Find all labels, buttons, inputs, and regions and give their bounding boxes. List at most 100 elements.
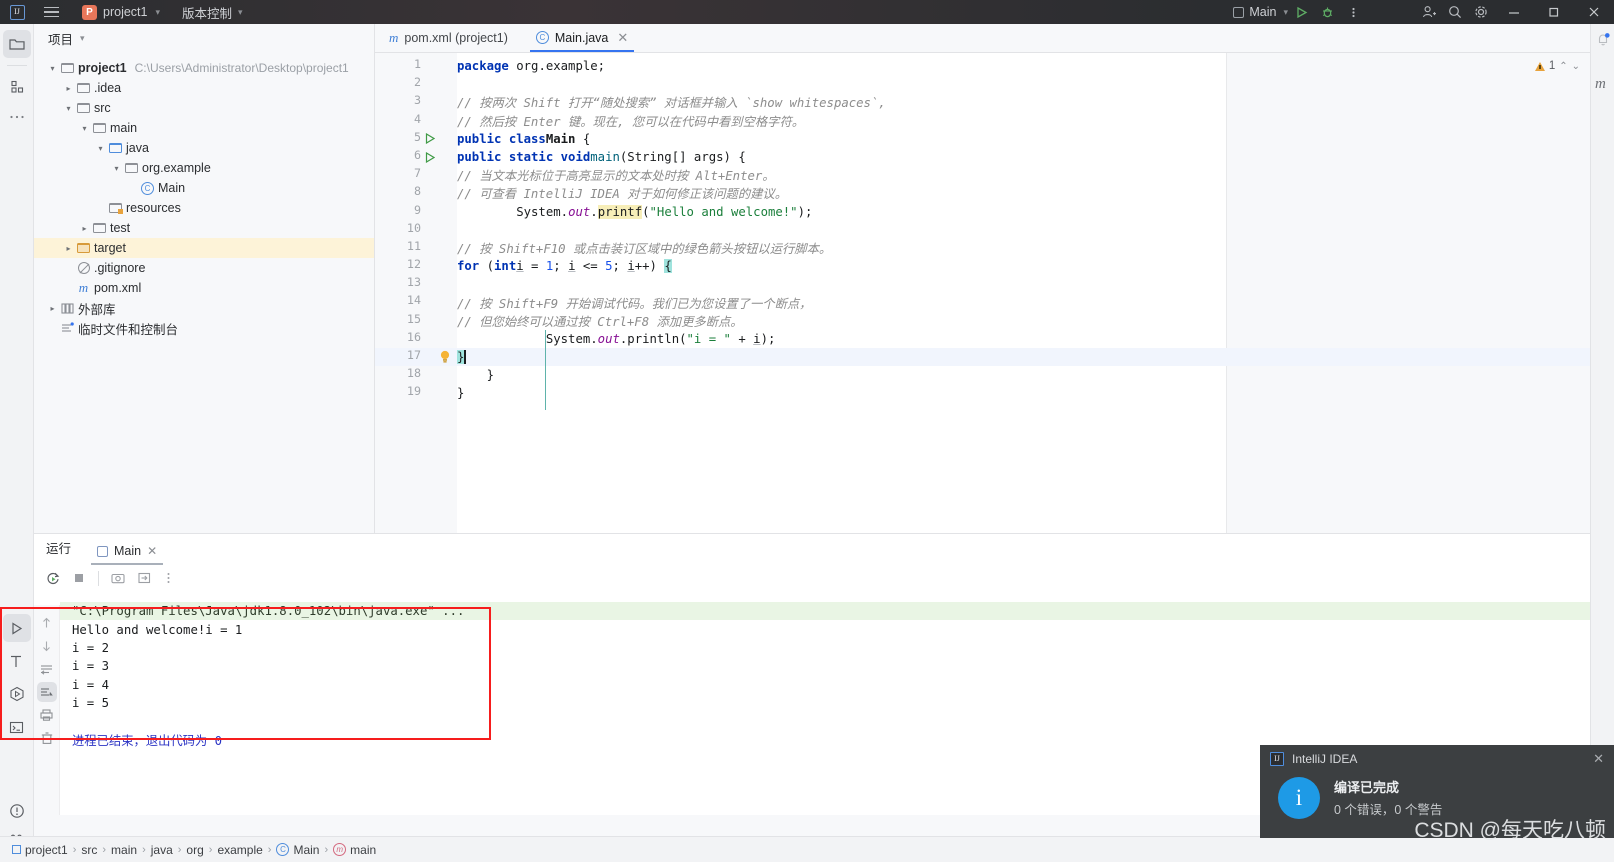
gear-icon[interactable] (1468, 0, 1494, 24)
search-icon[interactable] (1442, 0, 1468, 24)
stop-icon[interactable] (68, 567, 90, 589)
minimize-button[interactable] (1494, 0, 1534, 24)
project-selector[interactable]: P project1 ▾ (82, 4, 160, 20)
breadcrumb-label: main (111, 842, 138, 857)
breadcrumb-item[interactable]: m main (333, 843, 376, 857)
tree-node[interactable]: ▸ .idea (34, 78, 374, 98)
chevron-right-icon[interactable]: ▸ (46, 304, 59, 313)
tree-node[interactable]: ▾ main (34, 118, 374, 138)
breadcrumb-item[interactable]: project1 (12, 843, 68, 857)
tree-node[interactable]: resources (34, 198, 374, 218)
code-line[interactable]: 8 // 可查看 IntelliJ IDEA 对于如何修正该问题的建议。 (375, 184, 1614, 202)
print-icon[interactable] (37, 705, 57, 725)
sidebar-item-build[interactable] (3, 647, 31, 675)
chevron-down-icon[interactable]: ▾ (62, 104, 75, 113)
run-tab-main[interactable]: Main ✕ (85, 544, 169, 565)
code-line[interactable]: 10 (375, 221, 1614, 239)
run-icon[interactable] (1288, 0, 1314, 24)
more-vertical-icon[interactable] (159, 567, 177, 589)
tree-node[interactable]: C Main (34, 178, 374, 198)
code-line[interactable]: 14 // 按 Shift+F9 开始调试代码。我们已为您设置了一个断点， (375, 293, 1614, 311)
sidebar-item-project[interactable] (2, 30, 31, 58)
sidebar-item-debug[interactable] (3, 680, 31, 708)
tree-node[interactable]: ▾ src (34, 98, 374, 118)
camera-icon[interactable] (107, 567, 129, 589)
sidebar-more-icon[interactable] (3, 103, 31, 131)
run-gutter-icon[interactable] (423, 130, 437, 148)
scroll-up-icon[interactable] (37, 613, 57, 633)
tree-node[interactable]: ▾ org.example (34, 158, 374, 178)
code-line[interactable]: 3 // 按两次 Shift 打开“随处搜索” 对话框并输入 `show whit… (375, 93, 1614, 111)
version-control-menu[interactable]: 版本控制 ▾ (182, 3, 243, 22)
export-icon[interactable] (133, 567, 155, 589)
tab-pom-xml[interactable]: m pom.xml (project1) (375, 23, 522, 52)
rerun-icon[interactable] (42, 567, 64, 589)
code-line[interactable]: 12 for (int i = 1; i <= 5; i ++) { (375, 257, 1614, 275)
chevron-right-icon[interactable]: ▸ (62, 244, 75, 253)
chevron-right-icon[interactable]: ▸ (62, 84, 75, 93)
code-line[interactable]: 15 // 但您始终可以通过按 Ctrl+F8 添加更多断点。 (375, 312, 1614, 330)
soft-wrap-icon[interactable] (37, 659, 57, 679)
code-line[interactable]: 17 } (375, 348, 1614, 367)
code-line[interactable]: 18 } (375, 366, 1614, 384)
chevron-down-icon[interactable]: ▾ (46, 64, 59, 73)
code-line[interactable]: 7 // 当文本光标位于高亮显示的文本处时按 Alt+Enter。 (375, 166, 1614, 184)
code-line[interactable]: 6 public static void main (String[] args)… (375, 148, 1614, 166)
code-editor[interactable]: 1 package org.example; 2 3 // 按两次 Shift 打开“随… (375, 53, 1614, 533)
tree-node[interactable]: m pom.xml (34, 278, 374, 298)
breadcrumb-item[interactable]: example (217, 843, 262, 857)
tree-node[interactable]: ▾ project1 C:\Users\Administrator\Desktop\… (34, 58, 374, 78)
sidebar-item-terminal[interactable] (3, 713, 31, 741)
breadcrumb-item[interactable]: org (186, 843, 203, 857)
tree-node[interactable]: ▸ test (34, 218, 374, 238)
tree-node[interactable]: ▸ 外部库 (34, 298, 374, 318)
intention-bulb-icon[interactable] (437, 348, 453, 366)
sidebar-item-run[interactable] (2, 614, 31, 642)
code-line[interactable]: 2 (375, 75, 1614, 93)
close-icon[interactable]: ✕ (1593, 751, 1604, 767)
clear-all-icon[interactable] (37, 728, 57, 748)
scroll-down-icon[interactable] (37, 636, 57, 656)
chevron-down-icon[interactable]: ▾ (110, 164, 123, 173)
tab-main-java[interactable]: C Main.java ✕ (522, 23, 642, 52)
run-gutter-icon[interactable] (423, 148, 437, 166)
main-menu-icon[interactable] (38, 6, 64, 18)
breadcrumb-separator: › (72, 843, 77, 856)
code-line[interactable]: 13 (375, 275, 1614, 293)
tree-node[interactable]: 临时文件和控制台 (34, 318, 374, 338)
close-icon[interactable]: ✕ (147, 544, 157, 558)
maximize-button[interactable] (1534, 0, 1574, 24)
code-line[interactable]: 11 // 按 Shift+F10 或点击装订区域中的绿色箭头按钮以运行脚本。 (375, 239, 1614, 257)
close-button[interactable] (1574, 0, 1614, 24)
chevron-down-icon[interactable]: ▾ (94, 144, 107, 153)
run-configuration-selector[interactable]: Main ▾ (1233, 5, 1288, 19)
code-line[interactable]: 19} (375, 384, 1614, 402)
project-panel-header[interactable]: 项目 ▾ (34, 24, 374, 53)
next-problem-icon[interactable]: ⌄ (1572, 61, 1580, 72)
breadcrumb-item[interactable]: java (151, 843, 173, 857)
prev-problem-icon[interactable]: ⌃ (1559, 61, 1567, 72)
code-line[interactable]: 1 package org.example; (375, 57, 1614, 75)
code-line[interactable]: 16 System. out .println("i = " + i); (375, 330, 1614, 348)
scroll-to-end-icon[interactable] (36, 682, 57, 702)
code-line[interactable]: 5 public class Main { (375, 130, 1614, 148)
add-user-icon[interactable] (1416, 0, 1442, 24)
maven-tool-label[interactable]: m (1595, 76, 1606, 93)
chevron-right-icon[interactable]: ▸ (78, 224, 91, 233)
sidebar-item-structure[interactable] (3, 73, 31, 101)
close-icon[interactable]: ✕ (617, 30, 628, 46)
breadcrumb-item[interactable]: C Main (276, 843, 319, 857)
breadcrumb-item[interactable]: src (81, 843, 97, 857)
more-vertical-icon[interactable] (1340, 0, 1366, 24)
code-line[interactable]: 4 // 然后按 Enter 键。现在, 您可以在代码中看到空格字符。 (375, 112, 1614, 130)
bell-icon[interactable] (1592, 27, 1614, 51)
tree-node[interactable]: ▸ target (34, 238, 374, 258)
inspection-widget[interactable]: 1 ⌃ ⌄ (1534, 60, 1580, 72)
breadcrumb-item[interactable]: main (111, 843, 137, 857)
sidebar-item-problems[interactable] (3, 797, 31, 825)
tree-node[interactable]: .gitignore (34, 258, 374, 278)
chevron-down-icon[interactable]: ▾ (78, 124, 91, 133)
code-line[interactable]: 9 System. out. printf("Hello and welcome!"… (375, 203, 1614, 221)
tree-node[interactable]: ▾ java (34, 138, 374, 158)
debug-icon[interactable] (1314, 0, 1340, 24)
